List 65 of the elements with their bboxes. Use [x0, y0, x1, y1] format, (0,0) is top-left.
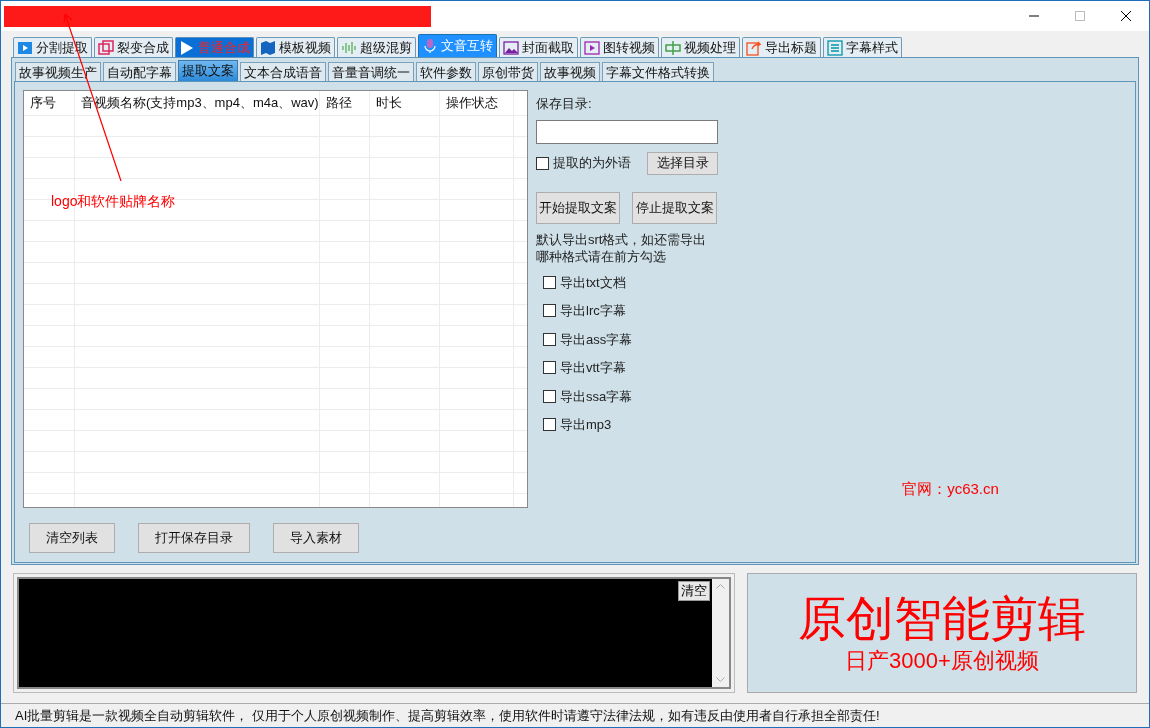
- microphone-icon: [422, 38, 438, 54]
- waveform-icon: [341, 39, 357, 56]
- checkbox[interactable]: [536, 156, 549, 170]
- sub-tab[interactable]: 原创带货: [478, 62, 538, 81]
- copy-icon: [98, 39, 114, 56]
- minimize-icon: [1029, 15, 1039, 17]
- tab[interactable]: 视频处理: [661, 37, 740, 57]
- split-icon: [665, 39, 681, 56]
- play-icon: [179, 39, 195, 56]
- tab[interactable]: 裂变合成: [94, 37, 173, 57]
- checkbox-label: 导出txt文档: [560, 273, 626, 292]
- field-label: 保存目录:: [536, 95, 593, 113]
- video-icon: [584, 39, 600, 56]
- status-bar: AI批量剪辑是一款视频全自动剪辑软件， 仅用于个人原创视频制作、提高剪辑效率，使用软件时请遵守法律法规，如有违反由使用者自行承担全部责任!: [1, 703, 1149, 727]
- scrollbar[interactable]: [711, 579, 729, 687]
- list-icon: [827, 39, 843, 56]
- checkbox-label: 导出ass字幕: [560, 330, 633, 349]
- sub-tab[interactable]: 自动配字幕: [103, 62, 176, 81]
- sub-tab[interactable]: 字幕文件格式转换: [602, 62, 714, 81]
- tab[interactable]: 字幕样式: [823, 37, 902, 57]
- promo-subtitle: 日产3000+原创视频: [844, 647, 1039, 675]
- export-note: 默认导出srt格式，如还需导出哪种格式请在前方勾选: [536, 230, 708, 265]
- play-square-icon: [17, 39, 33, 56]
- sub-tab[interactable]: 故事视频生产: [15, 62, 101, 81]
- sub-tab[interactable]: 音量音调统一: [328, 62, 414, 81]
- checkbox[interactable]: [543, 275, 556, 289]
- map-icon: [260, 39, 276, 56]
- tab[interactable]: 模板视频: [256, 37, 335, 57]
- sub-tab[interactable]: 提取文案: [178, 60, 238, 81]
- checkbox[interactable]: [543, 332, 556, 346]
- sub-tab[interactable]: 故事视频: [540, 62, 600, 81]
- tab[interactable]: 封面截取: [499, 37, 578, 57]
- column-header[interactable]: 时长: [370, 91, 440, 115]
- checkbox-label: 导出mp3: [560, 416, 612, 434]
- tab[interactable]: 超级混剪: [337, 37, 416, 57]
- column-header[interactable]: 操作状态: [440, 91, 514, 115]
- checkbox[interactable]: [543, 304, 556, 318]
- sub-tab[interactable]: 软件参数: [416, 62, 476, 81]
- column-header[interactable]: 序号: [24, 91, 75, 115]
- column-header[interactable]: 路径: [320, 91, 370, 115]
- checkbox-label: 提取的为外语: [553, 154, 631, 173]
- stop-button[interactable]: 停止提取文案: [632, 191, 717, 224]
- tab[interactable]: 导出标题: [742, 37, 821, 57]
- start-button[interactable]: 开始提取文案: [536, 191, 620, 224]
- promo-title: 原创智能剪辑: [797, 591, 1086, 647]
- maximize-icon: [1075, 11, 1085, 21]
- action-button[interactable]: 打开保存目录: [138, 523, 250, 553]
- action-button[interactable]: 导入素材: [273, 523, 359, 553]
- website-text: 官网：yc63.cn: [902, 478, 999, 499]
- save-dir-field[interactable]: [536, 119, 718, 144]
- action-button[interactable]: 清空列表: [29, 523, 115, 553]
- checkbox-label: 导出ssa字幕: [560, 387, 633, 406]
- clear-button[interactable]: 清空: [677, 581, 710, 601]
- annotation-text: logo和软件贴牌名称: [51, 192, 176, 211]
- image-icon: [503, 39, 519, 56]
- checkbox[interactable]: [543, 361, 556, 375]
- checkbox[interactable]: [543, 389, 556, 403]
- choose-dir-button[interactable]: 选择目录: [647, 151, 718, 175]
- sub-tab[interactable]: 文本合成语音: [240, 62, 326, 81]
- checkbox-label: 导出vtt字幕: [560, 359, 626, 377]
- close-icon: [1121, 11, 1131, 21]
- tab[interactable]: 图转视频: [580, 37, 659, 57]
- checkbox[interactable]: [543, 418, 556, 432]
- checkbox-label: 导出lrc字幕: [560, 302, 626, 320]
- export-icon: [746, 39, 762, 56]
